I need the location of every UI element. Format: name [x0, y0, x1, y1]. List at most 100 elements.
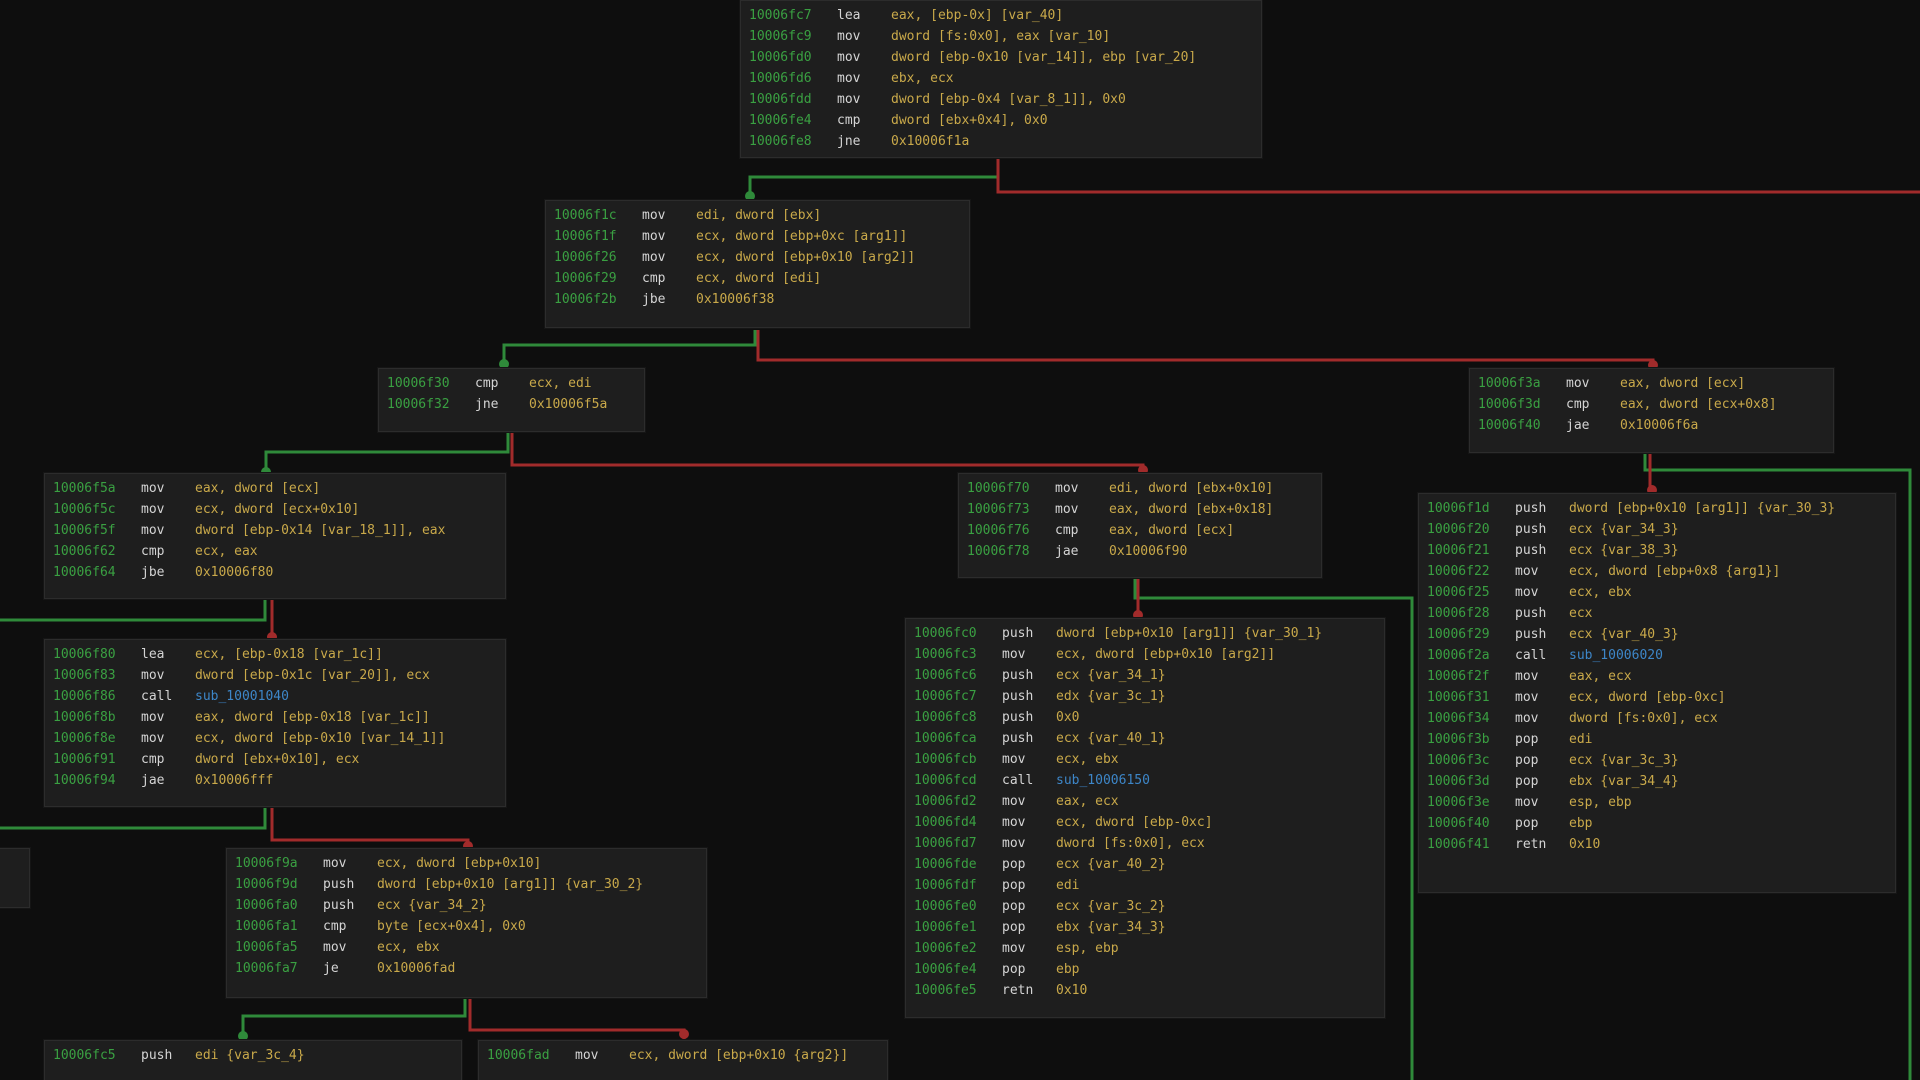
instruction-row[interactable]: 10006fe8 jne 0x10006f1a	[749, 131, 1253, 152]
instruction-address[interactable]: 10006fd4	[914, 812, 1002, 833]
instruction-row[interactable]: 10006f62 cmp ecx, eax	[53, 541, 497, 562]
basic-block[interactable]: 10006f80 lea ecx, [ebp-0x18 [var_1c]] 10006…	[44, 639, 506, 807]
instruction-row[interactable]: 10006f26 mov ecx, dword [ebp+0x10 [arg2]]	[554, 247, 961, 268]
instruction-address[interactable]: 10006fe4	[749, 110, 837, 131]
instruction-row[interactable]: 10006fe0 pop ecx {var_3c_2}	[914, 896, 1376, 917]
instruction-row[interactable]: 10006fca push ecx {var_40_1}	[914, 728, 1376, 749]
instruction-address[interactable]: 10006f29	[1427, 624, 1515, 645]
instruction-row[interactable]: 10006f94 jae 0x10006fff	[53, 770, 497, 791]
instruction-row[interactable]: 10006fcb mov ecx, ebx	[914, 749, 1376, 770]
instruction-row[interactable]: 10006fa5 mov ecx, ebx	[235, 937, 698, 958]
instruction-row[interactable]: 10006fcd call sub_10006150	[914, 770, 1376, 791]
instruction-address[interactable]: 10006f3d	[1478, 394, 1566, 415]
instruction-address[interactable]: 10006f2a	[1427, 645, 1515, 666]
instruction-row[interactable]: 10006f9a mov ecx, dword [ebp+0x10]	[235, 853, 698, 874]
instruction-address[interactable]: 10006fa5	[235, 937, 323, 958]
instruction-address[interactable]: 10006fc8	[914, 707, 1002, 728]
instruction-row[interactable]: 10006f3c pop ecx {var_3c_3}	[1427, 750, 1887, 771]
instruction-address[interactable]: 10006f5f	[53, 520, 141, 541]
instruction-row[interactable]: 0]	[0, 853, 21, 874]
instruction-address[interactable]: 10006fc6	[914, 665, 1002, 686]
instruction-address[interactable]: 10006fca	[914, 728, 1002, 749]
instruction-row[interactable]: 10006fa1 cmp byte [ecx+0x4], 0x0	[235, 916, 698, 937]
instruction-address[interactable]: 10006f8b	[53, 707, 141, 728]
instruction-row[interactable]: 10006fe2 mov esp, ebp	[914, 938, 1376, 959]
instruction-address[interactable]: 10006f25	[1427, 582, 1515, 603]
instruction-address[interactable]: 10006fd6	[749, 68, 837, 89]
instruction-row[interactable]: 10006f1f mov ecx, dword [ebp+0xc [arg1]]	[554, 226, 961, 247]
instruction-address[interactable]: 10006f28	[1427, 603, 1515, 624]
instruction-row[interactable]: 10006f31 mov ecx, dword [ebp-0xc]	[1427, 687, 1887, 708]
instruction-row[interactable]: 10006f78 jae 0x10006f90	[967, 541, 1313, 562]
instruction-address[interactable]: 10006fe0	[914, 896, 1002, 917]
instruction-row[interactable]: 10006f86 call sub_10001040	[53, 686, 497, 707]
basic-block[interactable]: 10006fad mov ecx, dword [ebp+0x10 {arg2}]	[478, 1040, 888, 1080]
instruction-address[interactable]: 10006f1f	[554, 226, 642, 247]
instruction-address[interactable]: 10006f26	[554, 247, 642, 268]
instruction-row[interactable]: 10006f40 pop ebp	[1427, 813, 1887, 834]
basic-block[interactable]: 10006fc5 push edi {var_3c_4}	[44, 1040, 462, 1080]
instruction-address[interactable]: 10006fe5	[914, 980, 1002, 1001]
instruction-row[interactable]: 10006fd4 mov ecx, dword [ebp-0xc]	[914, 812, 1376, 833]
instruction-address[interactable]: 10006f5a	[53, 478, 141, 499]
basic-block[interactable]: 0]	[0, 848, 30, 908]
instruction-row[interactable]: 10006f8b mov eax, dword [ebp-0x18 [var_1c]…	[53, 707, 497, 728]
instruction-row[interactable]: 10006fc9 mov dword [fs:0x0], eax [var_10]	[749, 26, 1253, 47]
instruction-address[interactable]: 10006fe4	[914, 959, 1002, 980]
instruction-row[interactable]: 10006fc8 push 0x0	[914, 707, 1376, 728]
instruction-row[interactable]: 10006f20 push ecx {var_34_3}	[1427, 519, 1887, 540]
instruction-address[interactable]: 10006f20	[1427, 519, 1515, 540]
instruction-row[interactable]: 10006fdf pop edi	[914, 875, 1376, 896]
instruction-address[interactable]: 10006fcd	[914, 770, 1002, 791]
instruction-row[interactable]: 10006f28 push ecx	[1427, 603, 1887, 624]
instruction-address[interactable]: 10006f2f	[1427, 666, 1515, 687]
instruction-address[interactable]: 10006fd2	[914, 791, 1002, 812]
instruction-address[interactable]: 10006f22	[1427, 561, 1515, 582]
basic-block[interactable]: 10006f30 cmp ecx, edi 10006f32 jne 0x10006f5a	[378, 368, 645, 432]
instruction-row[interactable]: 10006f25 mov ecx, ebx	[1427, 582, 1887, 603]
instruction-row[interactable]: 10006f80 lea ecx, [ebp-0x18 [var_1c]]	[53, 644, 497, 665]
instruction-address[interactable]: 10006fd0	[749, 47, 837, 68]
instruction-row[interactable]: 10006f5a mov eax, dword [ecx]	[53, 478, 497, 499]
graph-view[interactable]: 10006fc7 lea eax, [ebp-0x] [var_40] 10006fc…	[0, 0, 1920, 1080]
instruction-row[interactable]: 10006f5c mov ecx, dword [ecx+0x10]	[53, 499, 497, 520]
instruction-address[interactable]: 10006f9a	[235, 853, 323, 874]
instruction-row[interactable]: 10006f5f mov dword [ebp-0x14 [var_18_1]], …	[53, 520, 497, 541]
instruction-row[interactable]: 10006fe4 pop ebp	[914, 959, 1376, 980]
instruction-row[interactable]: 10006f22 mov ecx, dword [ebp+0x8 {arg1}]	[1427, 561, 1887, 582]
instruction-row[interactable]: 10006f73 mov eax, dword [ebx+0x18]	[967, 499, 1313, 520]
instruction-row[interactable]: 10006f64 jbe 0x10006f80	[53, 562, 497, 583]
instruction-row[interactable]: 10006f2a call sub_10006020	[1427, 645, 1887, 666]
instruction-address[interactable]: 10006fa0	[235, 895, 323, 916]
instruction-address[interactable]: 10006f21	[1427, 540, 1515, 561]
instruction-row[interactable]: 10006f29 cmp ecx, dword [edi]	[554, 268, 961, 289]
instruction-address[interactable]: 10006f34	[1427, 708, 1515, 729]
instruction-address[interactable]: 10006f83	[53, 665, 141, 686]
instruction-row[interactable]: 10006f3d cmp eax, dword [ecx+0x8]	[1478, 394, 1825, 415]
instruction-address[interactable]: 10006f41	[1427, 834, 1515, 855]
instruction-address[interactable]: 10006fdd	[749, 89, 837, 110]
instruction-row[interactable]: 10006fc7 lea eax, [ebp-0x] [var_40]	[749, 5, 1253, 26]
instruction-address[interactable]: 10006fcb	[914, 749, 1002, 770]
instruction-address[interactable]: 10006fde	[914, 854, 1002, 875]
instruction-address[interactable]: 10006f2b	[554, 289, 642, 310]
instruction-address[interactable]: 10006f91	[53, 749, 141, 770]
instruction-row[interactable]: 10006fd2 mov eax, ecx	[914, 791, 1376, 812]
instruction-row[interactable]: 10006fc0 push dword [ebp+0x10 [arg1]] {var…	[914, 623, 1376, 644]
basic-block[interactable]: 10006f1c mov edi, dword [ebx] 10006f1f mov ec…	[545, 200, 970, 328]
instruction-row[interactable]: 10006f3b pop edi	[1427, 729, 1887, 750]
instruction-row[interactable]: 10006fe4 cmp dword [ebx+0x4], 0x0	[749, 110, 1253, 131]
instruction-address[interactable]: 10006f5c	[53, 499, 141, 520]
basic-block[interactable]: 10006f9a mov ecx, dword [ebp+0x10] 10006f9d…	[226, 848, 707, 998]
instruction-row[interactable]: 10006fc5 push edi {var_3c_4}	[53, 1045, 453, 1066]
instruction-address[interactable]: 10006f3d	[1427, 771, 1515, 792]
instruction-row[interactable]: 10006fdd mov dword [ebp-0x4 [var_8_1]], 0x…	[749, 89, 1253, 110]
instruction-address[interactable]: 10006fc7	[749, 5, 837, 26]
instruction-row[interactable]: 10006fc7 push edx {var_3c_1}	[914, 686, 1376, 707]
instruction-address[interactable]: 10006f62	[53, 541, 141, 562]
instruction-address[interactable]: 10006f3c	[1427, 750, 1515, 771]
instruction-address[interactable]: 10006f86	[53, 686, 141, 707]
instruction-row[interactable]: 10006f2f mov eax, ecx	[1427, 666, 1887, 687]
instruction-address[interactable]: 10006f40	[1427, 813, 1515, 834]
instruction-address[interactable]: 10006fe8	[749, 131, 837, 152]
